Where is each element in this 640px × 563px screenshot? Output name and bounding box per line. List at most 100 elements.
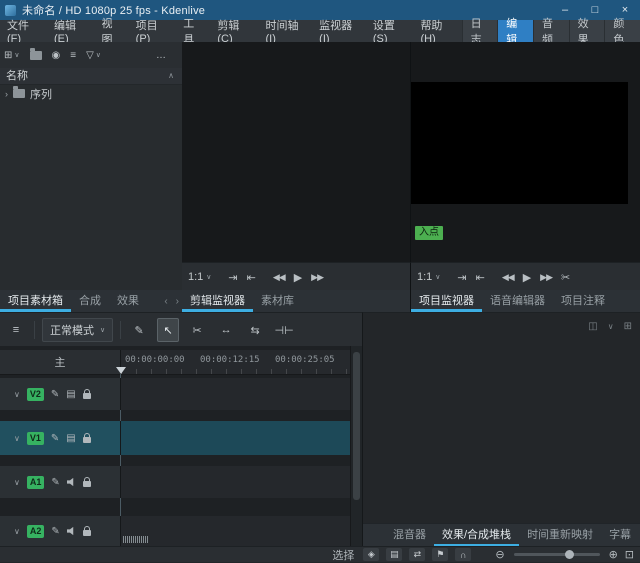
zoom-out-icon[interactable]: ⊖	[495, 548, 504, 561]
chevron-down-icon[interactable]: ∨	[608, 322, 614, 331]
zoom-in-icon[interactable]: ⊕	[609, 548, 618, 561]
menu-file[interactable]: 文件(F)	[0, 20, 47, 45]
track-lane[interactable]	[120, 378, 350, 410]
razor-tool-button[interactable]: ✂	[186, 318, 208, 342]
slip-tool-button[interactable]: ⇆	[244, 318, 266, 342]
zone-in-button[interactable]: ⇥	[457, 271, 466, 284]
playhead-marker[interactable]	[116, 367, 126, 374]
bin-item-sequence[interactable]: › 序列	[0, 85, 182, 102]
add-clip-button[interactable]: ⊞ ∨	[4, 50, 20, 61]
menu-monitor[interactable]: 监视器(I)	[312, 20, 366, 45]
track-lane[interactable]	[120, 516, 350, 546]
lock-track-icon[interactable]	[82, 388, 91, 399]
menu-edit[interactable]: 编辑(E)	[47, 20, 95, 45]
trim-mode-button[interactable]: ✂	[561, 271, 570, 284]
track-name-badge[interactable]: A2	[26, 524, 45, 538]
zone-out-button[interactable]: ⇤	[247, 271, 256, 284]
track-name-badge[interactable]: V2	[26, 387, 44, 401]
tag-button[interactable]: ◈	[363, 548, 380, 561]
timeline-ruler[interactable]: 00:00:00:00 00:00:12:15 00:00:25:05	[120, 350, 351, 375]
bin-name-column-header[interactable]: 名称 ∧	[0, 68, 182, 85]
timeline-vertical-scrollbar[interactable]	[350, 346, 362, 546]
track-name-badge[interactable]: A1	[26, 475, 45, 489]
ripple-tool-button[interactable]: ⊣⊢	[273, 318, 295, 342]
tab-project-bin[interactable]: 项目素材箱	[0, 290, 71, 312]
tab-compositions[interactable]: 合成	[71, 290, 109, 312]
workspace-tab-audio[interactable]: 音频	[532, 18, 569, 46]
mix-clips-button[interactable]: ✎	[128, 318, 150, 342]
spacer-tool-button[interactable]: ↔	[215, 318, 237, 342]
menu-project[interactable]: 项目(P)	[129, 20, 177, 45]
timeline-options-button[interactable]: ≡	[5, 318, 27, 342]
workspace-tab-effects[interactable]: 效果	[568, 18, 605, 46]
collapse-track-icon[interactable]: ∨	[14, 527, 20, 536]
panel-menu-icon[interactable]: ⊞	[624, 321, 632, 332]
menu-view[interactable]: 视图	[95, 18, 129, 46]
scrollbar-thumb[interactable]	[353, 352, 360, 500]
menu-clip[interactable]: 剪辑(C)	[210, 20, 258, 45]
track-header[interactable]: ∨ V2 ✎ ▤	[0, 378, 120, 410]
tab-effects[interactable]: 效果	[109, 290, 147, 312]
menu-tools[interactable]: 工具	[176, 18, 210, 46]
speaker-icon[interactable]	[66, 526, 74, 536]
bin-more-options-button[interactable]: …	[156, 50, 166, 61]
compare-effect-icon[interactable]: ◫	[588, 321, 597, 332]
tab-project-notes[interactable]: 项目注释	[553, 290, 613, 312]
tab-effect-stack[interactable]: 效果/合成堆栈	[434, 524, 520, 547]
video-track-icon[interactable]: ▤	[66, 433, 75, 444]
clip-monitor-view[interactable]	[182, 42, 410, 262]
zoom-fit-icon[interactable]: ⊡	[625, 548, 634, 561]
forward-button[interactable]: ▶▶	[311, 272, 324, 283]
track-header[interactable]: ∨ V1 ✎ ▤	[0, 421, 120, 455]
edit-track-icon[interactable]: ✎	[51, 477, 59, 488]
collapse-track-icon[interactable]: ∨	[14, 434, 20, 443]
tab-audio-mixer[interactable]: 混音器	[385, 524, 434, 547]
edit-track-icon[interactable]: ✎	[51, 433, 59, 444]
bin-filter-button[interactable]: ▽ ∨	[86, 50, 101, 61]
tab-speech-editor[interactable]: 语音编辑器	[482, 290, 553, 312]
zoom-slider-thumb[interactable]	[565, 550, 575, 559]
tab-time-remap[interactable]: 时间重新映射	[519, 524, 601, 547]
autoscroll-button[interactable]: ⇄	[409, 548, 426, 561]
zone-in-button[interactable]: ⇥	[228, 271, 237, 284]
tab-scroll-left-icon[interactable]: ‹	[164, 296, 167, 307]
rewind-button[interactable]: ◀◀	[502, 272, 515, 283]
workspace-tab-editing[interactable]: 编辑	[497, 18, 533, 46]
tab-project-monitor[interactable]: 项目监视器	[411, 290, 482, 312]
snap-button[interactable]: ∩	[455, 548, 472, 561]
master-track-header[interactable]: 主	[0, 350, 120, 375]
bin-view-mode-button[interactable]: ◉	[52, 50, 61, 61]
tab-library[interactable]: 素材库	[253, 290, 302, 312]
track-lane[interactable]	[120, 421, 350, 455]
clip-zoom-select[interactable]: 1:1 ∨	[188, 271, 211, 283]
tab-subtitles[interactable]: 字幕	[601, 524, 639, 547]
tab-scroll-right-icon[interactable]: ›	[176, 296, 179, 307]
select-tool-button[interactable]: ↖	[157, 318, 180, 342]
play-button[interactable]: ▶	[523, 271, 531, 284]
track-header[interactable]: ∨ A1 ✎	[0, 466, 120, 498]
menu-timeline[interactable]: 时间轴(I)	[258, 20, 312, 45]
expand-icon[interactable]: ›	[5, 89, 8, 99]
zone-out-button[interactable]: ⇤	[476, 271, 485, 284]
thumbnails-button[interactable]: ▤	[386, 548, 403, 561]
workspace-tab-color[interactable]: 颜色	[604, 18, 640, 46]
track-name-badge[interactable]: V1	[26, 431, 44, 445]
collapse-track-icon[interactable]: ∨	[14, 390, 20, 399]
markers-button[interactable]: ⚑	[432, 548, 449, 561]
create-folder-button[interactable]	[29, 47, 42, 60]
collapse-track-icon[interactable]: ∨	[14, 478, 20, 487]
track-lane[interactable]	[120, 466, 350, 498]
zoom-slider[interactable]	[513, 550, 600, 559]
menu-help[interactable]: 帮助(H)	[413, 20, 461, 45]
speaker-icon[interactable]	[66, 477, 74, 487]
bin-item-list[interactable]: › 序列	[0, 85, 182, 291]
menu-settings[interactable]: 设置(S)	[366, 20, 414, 45]
lock-track-icon[interactable]	[82, 525, 91, 536]
video-track-icon[interactable]: ▤	[66, 389, 75, 400]
edit-track-icon[interactable]: ✎	[51, 389, 59, 400]
rewind-button[interactable]: ◀◀	[273, 272, 286, 283]
lock-track-icon[interactable]	[82, 476, 91, 487]
lock-track-icon[interactable]	[82, 432, 91, 443]
edit-mode-dropdown[interactable]: 正常模式 ∨	[42, 318, 114, 342]
project-monitor-view[interactable]: 入点	[410, 42, 640, 262]
